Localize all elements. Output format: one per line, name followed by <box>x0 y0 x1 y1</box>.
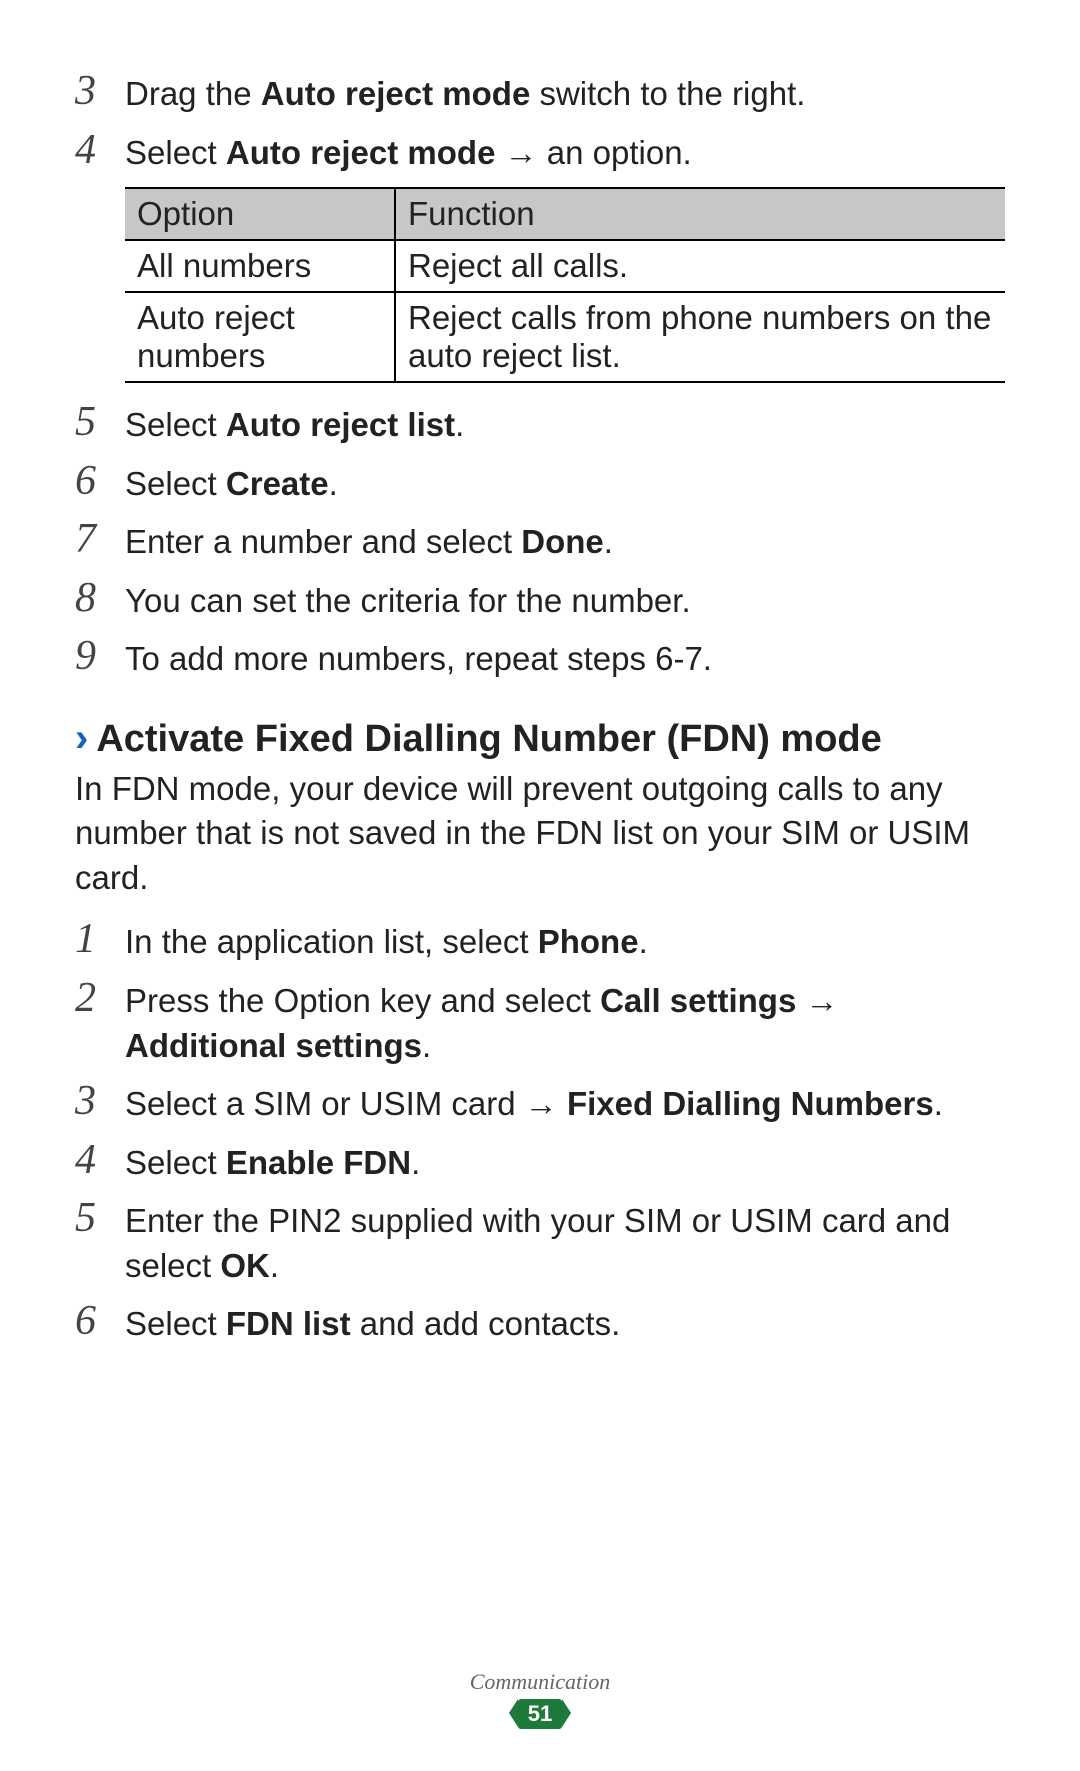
step-number: 1 <box>75 918 125 960</box>
step-item: 5 Select Auto reject list. <box>75 401 1005 448</box>
steps-bottom: 1 In the application list, select Phone.… <box>75 918 1005 1346</box>
step-text: Drag the Auto reject mode switch to the … <box>125 70 1005 117</box>
chevron-icon: › <box>75 716 88 761</box>
step-number: 3 <box>75 1080 125 1122</box>
step-text: Select a SIM or USIM card → Fixed Dialli… <box>125 1080 1005 1127</box>
step-item: 8 You can set the criteria for the numbe… <box>75 577 1005 624</box>
step-text: Enter the PIN2 supplied with your SIM or… <box>125 1197 1005 1288</box>
step-text: Select Enable FDN. <box>125 1139 1005 1186</box>
table-row: Auto reject numbers Reject calls from ph… <box>125 292 1005 382</box>
footer-section-label: Communication <box>0 1669 1080 1695</box>
page-number-badge: 51 <box>518 1699 562 1729</box>
step-text: Select Create. <box>125 460 1005 507</box>
page-footer: Communication 51 <box>0 1669 1080 1729</box>
step-number: 3 <box>75 70 125 112</box>
table-header-row: Option Function <box>125 188 1005 240</box>
step-number: 4 <box>75 129 125 171</box>
cell-function: Reject calls from phone numbers on the a… <box>395 292 1005 382</box>
step-item: 9 To add more numbers, repeat steps 6-7. <box>75 635 1005 682</box>
step-item: 1 In the application list, select Phone. <box>75 918 1005 965</box>
step-item: 6 Select Create. <box>75 460 1005 507</box>
step-item: 5 Enter the PIN2 supplied with your SIM … <box>75 1197 1005 1288</box>
step-item: 6 Select FDN list and add contacts. <box>75 1300 1005 1347</box>
step-item: 7 Enter a number and select Done. <box>75 518 1005 565</box>
step-number: 8 <box>75 577 125 619</box>
step-item: 3 Drag the Auto reject mode switch to th… <box>75 70 1005 117</box>
step-text: To add more numbers, repeat steps 6-7. <box>125 635 1005 682</box>
step-number: 9 <box>75 635 125 677</box>
steps-middle: 5 Select Auto reject list. 6 Select Crea… <box>75 401 1005 682</box>
step-item: 4 Select Auto reject mode → an option. <box>75 129 1005 176</box>
section-heading: › Activate Fixed Dialling Number (FDN) m… <box>75 716 1005 761</box>
cell-option: All numbers <box>125 240 395 292</box>
section-description: In FDN mode, your device will prevent ou… <box>75 767 1005 901</box>
step-item: 2 Press the Option key and select Call s… <box>75 977 1005 1068</box>
cell-option: Auto reject numbers <box>125 292 395 382</box>
steps-top: 3 Drag the Auto reject mode switch to th… <box>75 70 1005 175</box>
step-item: 4 Select Enable FDN. <box>75 1139 1005 1186</box>
step-text: Select Auto reject list. <box>125 401 1005 448</box>
step-number: 7 <box>75 518 125 560</box>
step-number: 6 <box>75 1300 125 1342</box>
step-text: You can set the criteria for the number. <box>125 577 1005 624</box>
step-item: 3 Select a SIM or USIM card → Fixed Dial… <box>75 1080 1005 1127</box>
step-text: Press the Option key and select Call set… <box>125 977 1005 1068</box>
table-row: All numbers Reject all calls. <box>125 240 1005 292</box>
col-header-function: Function <box>395 188 1005 240</box>
step-number: 5 <box>75 401 125 443</box>
options-table: Option Function All numbers Reject all c… <box>125 187 1005 383</box>
section-title: Activate Fixed Dialling Number (FDN) mod… <box>96 718 881 761</box>
step-number: 4 <box>75 1139 125 1181</box>
step-text: Enter a number and select Done. <box>125 518 1005 565</box>
step-number: 6 <box>75 460 125 502</box>
step-number: 5 <box>75 1197 125 1239</box>
step-text: Select FDN list and add contacts. <box>125 1300 1005 1347</box>
step-text: In the application list, select Phone. <box>125 918 1005 965</box>
step-text: Select Auto reject mode → an option. <box>125 129 1005 176</box>
col-header-option: Option <box>125 188 395 240</box>
cell-function: Reject all calls. <box>395 240 1005 292</box>
step-number: 2 <box>75 977 125 1019</box>
